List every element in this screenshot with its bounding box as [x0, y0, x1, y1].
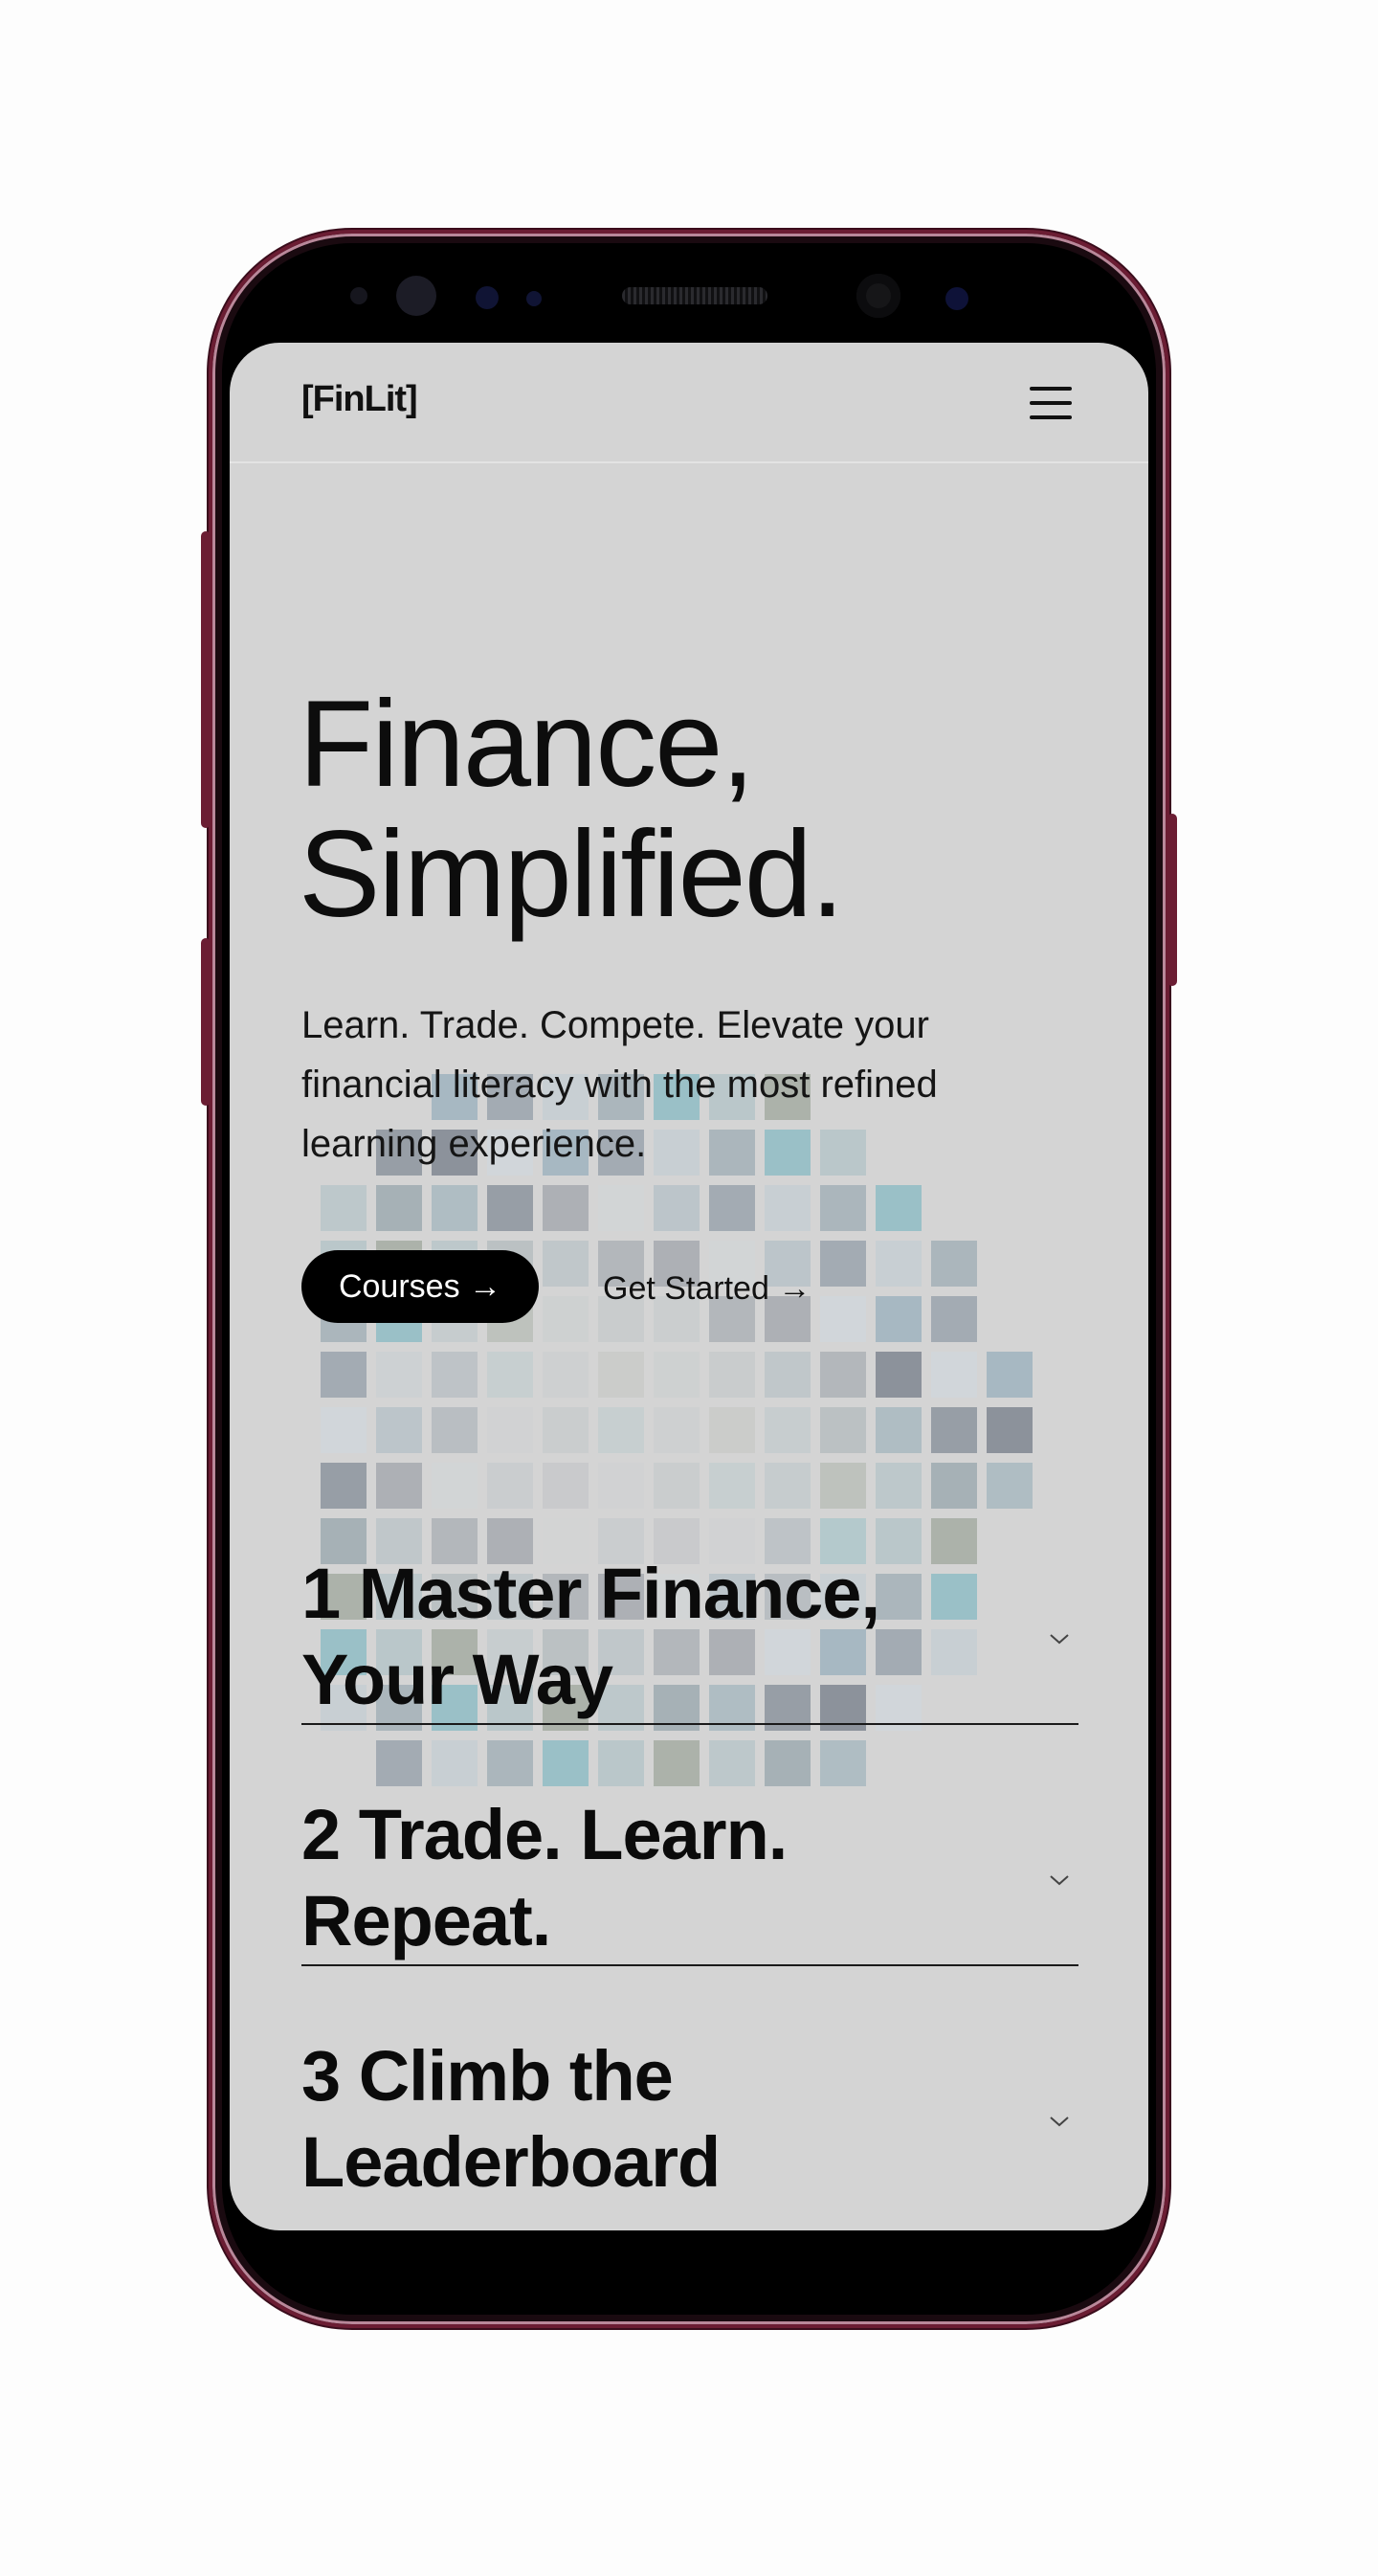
power-button: [1167, 814, 1177, 986]
proximity-sensor-icon: [350, 287, 367, 304]
mosaic-tile: [820, 1463, 866, 1509]
mosaic-tile: [654, 1352, 700, 1398]
mosaic-tile: [376, 1463, 422, 1509]
hamburger-menu-icon[interactable]: [1030, 387, 1072, 421]
mosaic-tile: [876, 1241, 922, 1287]
mosaic-tile: [709, 1740, 755, 1786]
mosaic-tile: [598, 1407, 644, 1453]
mosaic-tile: [432, 1185, 478, 1231]
mosaic-tile: [543, 1463, 589, 1509]
mosaic-tile: [432, 1352, 478, 1398]
feature-item-1[interactable]: 1 Master Finance, Your Way: [301, 1551, 1078, 1725]
mosaic-tile: [487, 1407, 533, 1453]
mosaic-tile: [709, 1407, 755, 1453]
mosaic-tile: [765, 1407, 811, 1453]
feature-item-2[interactable]: 2 Trade. Learn. Repeat.: [301, 1792, 1078, 1966]
mosaic-tile: [987, 1407, 1033, 1453]
hero-title: Finance, Simplified.: [299, 680, 844, 943]
mosaic-tile: [376, 1740, 422, 1786]
mosaic-tile: [876, 1463, 922, 1509]
mosaic-tile: [321, 1407, 367, 1453]
mosaic-tile: [321, 1185, 367, 1231]
earpiece-speaker: [622, 287, 767, 304]
mosaic-tile: [709, 1185, 755, 1231]
mosaic-tile: [543, 1740, 589, 1786]
mosaic-tile: [931, 1407, 977, 1453]
mosaic-tile: [820, 1185, 866, 1231]
hero-title-line-2: Simplified.: [299, 806, 844, 943]
mosaic-tile: [598, 1352, 644, 1398]
mosaic-tile: [987, 1352, 1033, 1398]
mosaic-tile: [654, 1407, 700, 1453]
mosaic-tile: [376, 1352, 422, 1398]
feature-item-3[interactable]: 3 Climb the Leaderboard: [301, 2033, 1078, 2206]
sensor-small-icon: [526, 291, 542, 306]
mosaic-tile: [876, 1185, 922, 1231]
chevron-down-icon: [1050, 1634, 1069, 1645]
volume-up-button: [201, 531, 211, 828]
mosaic-tile: [321, 1463, 367, 1509]
mosaic-tile: [987, 1463, 1033, 1509]
hero-subtitle: Learn. Trade. Compete. Elevate your fina…: [301, 1004, 938, 1165]
mosaic-tile: [654, 1185, 700, 1231]
mosaic-tile: [709, 1463, 755, 1509]
feature-title-1: 1 Master Finance, Your Way: [301, 1554, 880, 1719]
mosaic-tile: [765, 1463, 811, 1509]
mosaic-tile: [765, 1185, 811, 1231]
mosaic-tile: [931, 1241, 977, 1287]
mosaic-tile: [487, 1463, 533, 1509]
chevron-down-icon: [1050, 1875, 1069, 1886]
mosaic-tile: [487, 1740, 533, 1786]
mosaic-tile: [543, 1407, 589, 1453]
mosaic-tile: [765, 1740, 811, 1786]
mosaic-tile: [487, 1185, 533, 1231]
feature-title-2: 2 Trade. Learn. Repeat.: [301, 1795, 788, 1960]
phone-screen: [FinLit] Finance, Simplified. Learn. Tra…: [230, 343, 1148, 2230]
front-camera-icon: [856, 274, 900, 318]
mosaic-tile: [321, 1352, 367, 1398]
mosaic-tile: [543, 1241, 589, 1287]
mosaic-tile: [654, 1740, 700, 1786]
mosaic-tile: [432, 1740, 478, 1786]
mosaic-tile: [376, 1407, 422, 1453]
mosaic-tile: [432, 1407, 478, 1453]
mosaic-tile: [709, 1352, 755, 1398]
mosaic-tile: [543, 1185, 589, 1231]
volume-down-button: [201, 938, 211, 1106]
mosaic-tile: [820, 1740, 866, 1786]
feature-title-3: 3 Climb the Leaderboard: [301, 2036, 721, 2202]
mosaic-tile: [598, 1463, 644, 1509]
brand-logo[interactable]: [FinLit]: [301, 379, 418, 420]
mosaic-tile: [654, 1463, 700, 1509]
flash-sensor-icon: [945, 287, 968, 310]
mosaic-tile: [931, 1352, 977, 1398]
mosaic-tile: [432, 1463, 478, 1509]
mosaic-tile: [543, 1352, 589, 1398]
mosaic-tile: [487, 1352, 533, 1398]
mosaic-tile: [543, 1296, 589, 1342]
chevron-down-icon: [1050, 2117, 1069, 2127]
mosaic-tile: [765, 1352, 811, 1398]
mosaic-tile: [876, 1296, 922, 1342]
mosaic-tile: [931, 1463, 977, 1509]
mosaic-tile: [598, 1740, 644, 1786]
site-header: [FinLit]: [230, 343, 1148, 463]
hero-title-line-1: Finance,: [299, 676, 755, 813]
mosaic-tile: [876, 1352, 922, 1398]
mosaic-tile: [376, 1185, 422, 1231]
mosaic-tile: [820, 1352, 866, 1398]
courses-button[interactable]: Courses →: [301, 1250, 539, 1323]
iris-scanner-icon: [396, 276, 436, 316]
mosaic-tile: [820, 1407, 866, 1453]
mosaic-tile: [931, 1296, 977, 1342]
mosaic-tile: [820, 1296, 866, 1342]
get-started-button[interactable]: Get Started →: [603, 1262, 811, 1315]
mosaic-tile: [876, 1407, 922, 1453]
mosaic-tile: [820, 1241, 866, 1287]
mosaic-tile: [598, 1185, 644, 1231]
sensor-icon: [476, 286, 499, 309]
